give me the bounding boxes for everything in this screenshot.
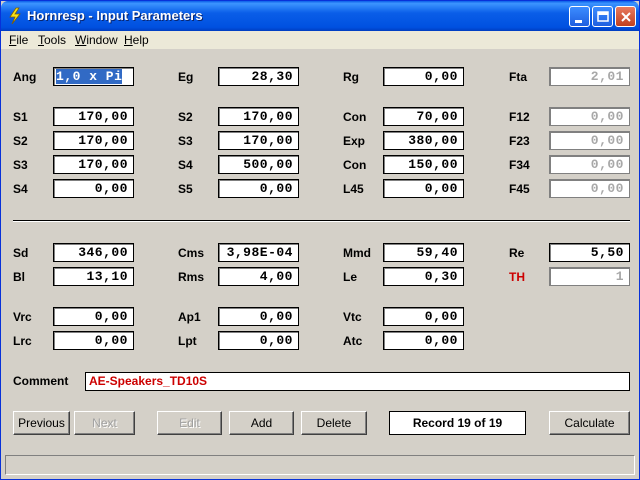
comment-field[interactable]: AE-Speakers_TD10S [85,372,630,391]
label-vrc: Vrc [13,310,32,324]
field-s3[interactable]: 170,00 [53,155,134,174]
label-mmd: Mmd [343,246,371,260]
field-vrc[interactable]: 0,00 [53,307,134,326]
delete-button[interactable]: Delete [301,411,367,435]
menu-window[interactable]: Window [75,33,118,47]
label-fta: Fta [509,70,527,84]
label-s2: S2 [13,134,28,148]
label-le: Le [343,270,358,284]
label-con: Con [343,110,367,124]
label-ap1: Ap1 [178,310,201,324]
field-ang[interactable]: 1,0 x Pi [53,67,134,86]
previous-button[interactable]: Previous [13,411,70,435]
label-bl: Bl [13,270,25,284]
field-vtc[interactable]: 0,00 [383,307,464,326]
field-f12: 0,00 [549,107,630,126]
field-f23: 0,00 [549,131,630,150]
field-s2[interactable]: 170,00 [53,131,134,150]
field-rg[interactable]: 0,00 [383,67,464,86]
menu-file[interactable]: File [9,33,28,47]
label-f23: F23 [509,134,530,148]
field-bl[interactable]: 13,10 [53,267,134,286]
label-exp: Exp [343,134,366,148]
field-le[interactable]: 0,30 [383,267,464,286]
label-s3: S3 [178,134,193,148]
label-f45: F45 [509,182,530,196]
label-eg: Eg [178,70,194,84]
field-s4[interactable]: 0,00 [53,179,134,198]
calculate-button[interactable]: Calculate [549,411,630,435]
field-ap1[interactable]: 0,00 [218,307,299,326]
label-vtc: Vtc [343,310,362,324]
field-s1[interactable]: 170,00 [53,107,134,126]
field-fta: 2,01 [549,67,630,86]
add-button[interactable]: Add [229,411,294,435]
label-rg: Rg [343,70,359,84]
label-s4: S4 [13,182,28,196]
label-s3: S3 [13,158,28,172]
field-f34: 0,00 [549,155,630,174]
status-bar [5,455,635,475]
field-lpt[interactable]: 0,00 [218,331,299,350]
field-re[interactable]: 5,50 [549,243,630,262]
label-lrc: Lrc [13,334,32,348]
label-rms: Rms [178,270,205,284]
label-l45: L45 [343,182,364,196]
field-con[interactable]: 70,00 [383,107,464,126]
field-cms[interactable]: 3,98E-04 [218,243,299,262]
minimize-icon [575,20,582,23]
field-atc[interactable]: 0,00 [383,331,464,350]
field-th: 1 [549,267,630,286]
label-atc: Atc [343,334,363,348]
label-f34: F34 [509,158,530,172]
field-s5[interactable]: 0,00 [218,179,299,198]
field-l45[interactable]: 0,00 [383,179,464,198]
section-divider [13,220,630,222]
field-sd[interactable]: 346,00 [53,243,134,262]
label-comment: Comment [13,374,69,388]
close-button[interactable] [615,6,636,27]
label-re: Re [509,246,525,260]
field-f45: 0,00 [549,179,630,198]
field-exp[interactable]: 380,00 [383,131,464,150]
maximize-icon [597,11,609,22]
field-s2-right[interactable]: 170,00 [218,107,299,126]
label-ang: Ang [13,70,37,84]
next-button[interactable]: Next [74,411,135,435]
menu-bar: File Tools Window Help [1,31,639,49]
label-s5: S5 [178,182,193,196]
field-s4-right[interactable]: 500,00 [218,155,299,174]
field-lrc[interactable]: 0,00 [53,331,134,350]
label-sd: Sd [13,246,29,260]
input-parameters-panel: Ang 1,0 x Pi Eg 28,30 Rg 0,00 Fta 2,01 S… [1,49,639,479]
menu-tools[interactable]: Tools [38,33,66,47]
record-counter: Record 19 of 19 [389,411,526,435]
label-con2: Con [343,158,367,172]
label-s1: S1 [13,110,28,124]
minimize-button[interactable] [569,6,590,27]
label-lpt: Lpt [178,334,197,348]
window-title: Hornresp - Input Parameters [27,8,203,23]
field-con2[interactable]: 150,00 [383,155,464,174]
label-f12: F12 [509,110,530,124]
field-eg[interactable]: 28,30 [218,67,299,86]
field-s3-right[interactable]: 170,00 [218,131,299,150]
edit-button[interactable]: Edit [157,411,222,435]
app-icon [9,7,21,25]
label-th: TH [509,270,525,284]
field-mmd[interactable]: 59,40 [383,243,464,262]
label-s4: S4 [178,158,193,172]
maximize-button[interactable] [592,6,613,27]
label-cms: Cms [178,246,205,260]
label-s2: S2 [178,110,193,124]
close-icon [621,12,631,22]
menu-help[interactable]: Help [124,33,149,47]
app-window: Hornresp - Input Parameters File Tools W… [0,0,640,480]
title-bar[interactable]: Hornresp - Input Parameters [1,1,639,31]
field-rms[interactable]: 4,00 [218,267,299,286]
